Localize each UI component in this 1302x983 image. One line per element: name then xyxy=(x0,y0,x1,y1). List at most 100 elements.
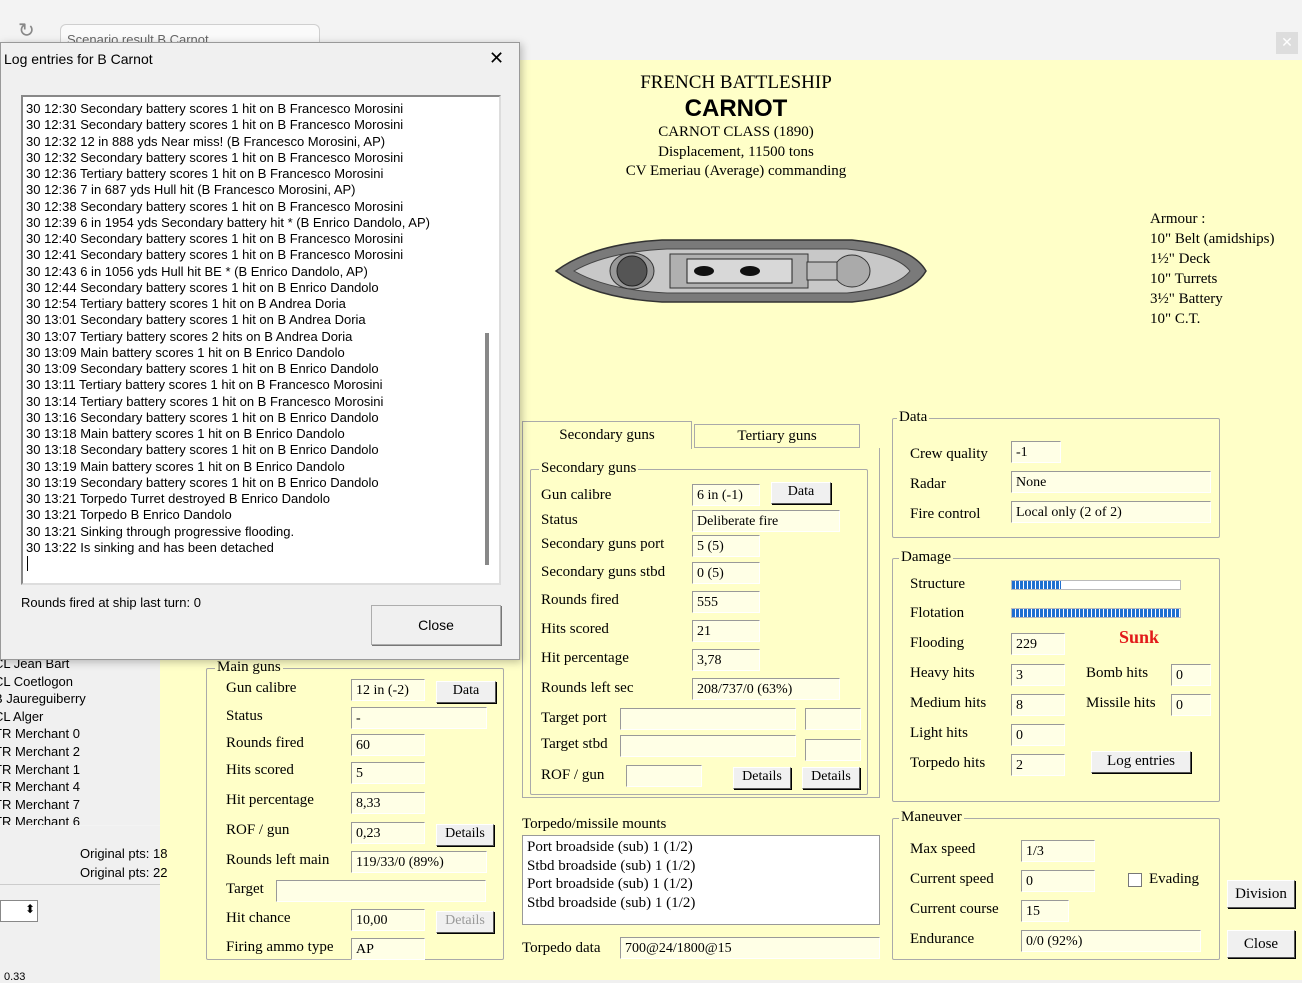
sec-target-port-label: Target port xyxy=(541,710,607,726)
medium-hits-field: 8 xyxy=(1011,694,1065,716)
sec-rof-field xyxy=(626,765,702,787)
ship-list-item[interactable]: TR Merchant 7 xyxy=(0,796,160,814)
ship-list-item[interactable]: TR Merchant 0 xyxy=(0,725,160,743)
sec-status-field: Deliberate fire xyxy=(692,510,840,532)
tab-secondary-guns[interactable]: Secondary guns xyxy=(522,421,692,449)
torpedo-mount-item[interactable]: Port broadside (sub) 1 (1/2) xyxy=(527,838,875,857)
spinner-input[interactable]: ⬍ xyxy=(0,900,38,922)
ship-class: CARNOT CLASS (1890) xyxy=(658,124,814,140)
log-entries-button[interactable]: Log entries xyxy=(1091,751,1191,773)
flooding-field: 229 xyxy=(1011,633,1065,655)
current-course-label: Current course xyxy=(910,901,999,917)
main-ammo-field: AP xyxy=(351,938,425,960)
log-close-button[interactable]: Close xyxy=(371,605,501,645)
ship-list-item[interactable]: TR Merchant 4 xyxy=(0,778,160,796)
torpedo-mount-item[interactable]: Stbd broadside (sub) 1 (1/2) xyxy=(527,857,875,876)
ship-list-item[interactable]: CL Alger xyxy=(0,708,160,726)
maneuver-group-title: Maneuver xyxy=(899,809,964,826)
log-entry: 30 13:21 Torpedo Turret destroyed B Enri… xyxy=(26,491,331,506)
ship-list-item[interactable]: TR Merchant 6 xyxy=(0,813,160,825)
log-entry: 30 12:31 Secondary battery scores 1 hit … xyxy=(26,117,404,133)
log-entry: 30 13:01 Secondary battery scores 1 hit … xyxy=(26,312,366,328)
division-button[interactable]: Division xyxy=(1227,880,1295,908)
background-close-icon[interactable]: ✕ xyxy=(1276,32,1298,54)
torpedo-mount-item[interactable]: Stbd broadside (sub) 1 (1/2) xyxy=(527,894,875,913)
sec-status-label: Status xyxy=(541,512,578,528)
endurance-field: 0/0 (92%) xyxy=(1021,930,1201,952)
main-chance-label: Hit chance xyxy=(226,910,291,926)
torpedo-hits-field: 2 xyxy=(1011,754,1065,776)
close-icon[interactable]: ✕ xyxy=(489,48,504,69)
log-scrollbar[interactable] xyxy=(485,333,489,565)
ship-displacement: Displacement, 11500 tons xyxy=(658,144,814,160)
log-entry: 30 13:21 Sinking through progressive flo… xyxy=(26,523,295,539)
sec-data-button[interactable]: Data xyxy=(771,482,831,504)
max-speed-field: 1/3 xyxy=(1021,840,1095,862)
endurance-label: Endurance xyxy=(910,931,975,947)
flooding-label: Flooding xyxy=(910,635,965,651)
ship-nation-type: FRENCH BATTLESHIP xyxy=(640,72,832,93)
log-entry: 30 12:40 Secondary battery scores 1 hit … xyxy=(26,231,404,246)
sec-target-stbd-extra xyxy=(805,739,861,761)
ship-list[interactable]: CL Jean Bart CL Coetlogon B Jaureguiberr… xyxy=(0,655,160,825)
ter-details-button[interactable]: Details xyxy=(802,767,860,789)
main-data-button[interactable]: Data xyxy=(436,681,496,703)
sec-rounds-field: 555 xyxy=(692,591,760,613)
torpedo-data-field: 700@24/1800@15 xyxy=(620,937,880,959)
armour-item: 10" Belt (amidships) xyxy=(1150,231,1275,247)
main-left-field: 119/33/0 (89%) xyxy=(351,851,487,873)
log-entry: 30 13:11 Tertiary battery scores 1 hit o… xyxy=(26,377,383,393)
log-entry: 30 13:18 Secondary battery scores 1 hit … xyxy=(26,442,379,458)
ship-list-item[interactable]: B Jaureguiberry xyxy=(0,690,160,708)
flotation-bar-fill xyxy=(1012,609,1180,617)
log-entry: 30 12:36 Tertiary battery scores 1 hit o… xyxy=(26,166,384,181)
sec-calibre-label: Gun calibre xyxy=(541,487,612,503)
ship-list-item[interactable]: TR Merchant 2 xyxy=(0,743,160,761)
main-pct-label: Hit percentage xyxy=(226,792,314,808)
main-details-button[interactable]: Details xyxy=(436,824,494,846)
main-status-label: Status xyxy=(226,708,263,724)
log-entry: 30 13:09 Main battery scores 1 hit on B … xyxy=(26,344,345,360)
main-left-label: Rounds left main xyxy=(226,852,330,868)
torpedo-mounts-list[interactable]: Port broadside (sub) 1 (1/2) Stbd broads… xyxy=(522,835,880,925)
radar-label: Radar xyxy=(910,476,946,492)
log-entry: 30 12:44 Secondary battery scores 1 hit … xyxy=(26,279,379,295)
log-entry: 30 13:21 Torpedo B Enrico Dandolo xyxy=(26,507,232,523)
armour-item: 3½" Battery xyxy=(1150,291,1223,307)
radar-field: None xyxy=(1011,471,1211,493)
ship-list-item[interactable]: CL Coetlogon xyxy=(0,673,160,691)
current-course-field: 15 xyxy=(1021,900,1069,922)
refresh-icon[interactable]: ↻ xyxy=(18,18,35,42)
close-button[interactable]: Close xyxy=(1227,930,1295,958)
structure-label: Structure xyxy=(910,576,965,592)
sec-target-stbd-label: Target stbd xyxy=(541,736,608,752)
original-points-1: Original pts: 18 xyxy=(80,846,168,861)
log-entry: 30 12:54 Tertiary battery scores 1 hit o… xyxy=(26,296,346,311)
ship-list-item[interactable]: TR Merchant 1 xyxy=(0,761,160,779)
main-chance-field: 10,00 xyxy=(351,909,425,931)
main-details-disabled-button[interactable]: Details xyxy=(436,911,494,933)
torpedo-mount-item[interactable]: Port broadside (sub) 1 (1/2) xyxy=(527,875,875,894)
structure-bar xyxy=(1011,580,1181,590)
log-entry: 30 12:43 6 in 1056 yds Hull hit BE * (B … xyxy=(26,263,368,279)
log-entry: 30 12:41 Secondary battery scores 1 hit … xyxy=(26,247,404,263)
spinner-arrows-icon[interactable]: ⬍ xyxy=(25,902,35,916)
sec-details-button[interactable]: Details xyxy=(733,767,791,789)
log-entry: 30 13:19 Secondary battery scores 1 hit … xyxy=(26,474,379,490)
original-points-2: Original pts: 22 xyxy=(80,865,168,880)
evading-checkbox[interactable] xyxy=(1128,873,1142,887)
log-textarea[interactable]: 30 12:30 Secondary battery scores 1 hit … xyxy=(21,95,501,585)
main-target-label: Target xyxy=(226,881,264,897)
rounds-fired-text: Rounds fired at ship last turn: 0 xyxy=(21,595,201,610)
missile-hits-label: Missile hits xyxy=(1086,695,1156,711)
sec-rounds-label: Rounds fired xyxy=(541,592,619,608)
main-hits-label: Hits scored xyxy=(226,762,294,778)
main-status-field: - xyxy=(351,707,487,729)
armour-item: 1½" Deck xyxy=(1150,251,1211,267)
tab-tertiary-guns[interactable]: Tertiary guns xyxy=(694,424,860,448)
armour-title: Armour : xyxy=(1150,211,1206,227)
log-entry: 30 12:30 Secondary battery scores 1 hit … xyxy=(26,101,404,116)
log-entry: 30 13:14 Tertiary battery scores 1 hit o… xyxy=(26,393,384,409)
sec-pct-label: Hit percentage xyxy=(541,650,629,666)
main-target-field xyxy=(276,880,486,902)
